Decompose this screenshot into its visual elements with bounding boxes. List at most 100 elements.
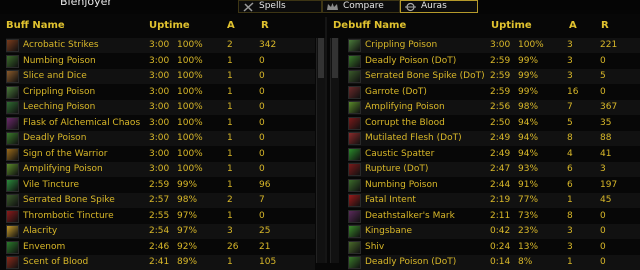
- table-row[interactable]: Flask of Alchemical Chaos 3:00 100% 1 0: [6, 116, 315, 131]
- uptime-percent: 100%: [518, 40, 544, 50]
- aura-name: Amplifying Poison: [365, 102, 445, 112]
- applications-count: 6: [567, 164, 573, 174]
- refreshes-count: 5: [600, 71, 606, 81]
- refreshes-count: 0: [600, 241, 606, 252]
- debuff-uptime-header[interactable]: Uptime: [491, 17, 532, 35]
- table-row[interactable]: Alacrity 2:54 97% 3 25: [6, 224, 315, 239]
- buff-name-header[interactable]: Buff Name: [6, 17, 65, 35]
- aura-name: Flask of Alchemical Chaos: [23, 117, 141, 128]
- buff-r-header[interactable]: R: [261, 17, 269, 35]
- refreshes-count: 197: [600, 179, 618, 190]
- buff-a-header[interactable]: A: [227, 17, 235, 35]
- refreshes-count: 0: [600, 226, 606, 236]
- aura-icon: [6, 70, 19, 83]
- aura-icon: [348, 163, 361, 176]
- table-row[interactable]: Envenom 2:46 92% 26 21: [6, 240, 315, 255]
- aura-name: Acrobatic Strikes: [23, 40, 99, 50]
- table-row[interactable]: Crippling Poison 3:00 100% 3 221: [348, 38, 640, 53]
- aura-icon: [348, 70, 361, 83]
- tab-auras[interactable]: Auras: [400, 0, 478, 13]
- refreshes-count: 3: [600, 164, 606, 174]
- uptime-time: 3:00: [149, 71, 170, 81]
- applications-count: 1: [567, 195, 573, 205]
- uptime-time: 2:59: [149, 179, 170, 190]
- uptime-time: 3:00: [149, 117, 170, 128]
- buff-uptime-header[interactable]: Uptime: [149, 17, 190, 35]
- debuff-a-header[interactable]: A: [569, 17, 577, 35]
- aura-icon: [348, 101, 361, 114]
- aura-name: Deadly Poison (DoT): [365, 55, 457, 66]
- uptime-time: 3:00: [149, 102, 170, 112]
- uptime-percent: 94%: [518, 148, 539, 159]
- table-row[interactable]: Mutilated Flesh (DoT) 2:49 94% 8 88: [348, 131, 640, 146]
- uptime-time: 3:00: [149, 148, 170, 159]
- applications-count: 1: [227, 179, 233, 190]
- aura-name: Numbing Poison: [23, 55, 96, 66]
- aura-name: Thrombotic Tincture: [23, 210, 114, 221]
- table-row[interactable]: Leeching Poison 3:00 100% 1 0: [6, 100, 315, 115]
- applications-count: 3: [567, 40, 573, 50]
- refreshes-count: 0: [259, 55, 265, 66]
- applications-count: 5: [567, 117, 573, 128]
- uptime-percent: 97%: [177, 210, 198, 221]
- table-row[interactable]: Numbing Poison 2:44 91% 6 197: [348, 178, 640, 193]
- table-row[interactable]: Numbing Poison 3:00 100% 1 0: [6, 54, 315, 69]
- uptime-percent: 99%: [518, 86, 539, 97]
- tab-compare[interactable]: Compare: [322, 0, 400, 13]
- spells-icon: [243, 2, 254, 12]
- uptime-percent: 100%: [177, 102, 203, 112]
- table-row[interactable]: Deathstalker's Mark 2:11 73% 8 0: [348, 209, 640, 224]
- table-row[interactable]: Deadly Poison (DoT) 2:59 99% 3 0: [348, 54, 640, 69]
- table-row[interactable]: Acrobatic Strikes 3:00 100% 2 342: [6, 38, 315, 53]
- table-row[interactable]: Rupture (DoT) 2:47 93% 6 3: [348, 162, 640, 177]
- debuff-scrollbar[interactable]: [330, 38, 339, 263]
- applications-count: 26: [227, 241, 239, 252]
- table-row[interactable]: Serrated Bone Spike 2:57 98% 2 7: [6, 193, 315, 208]
- aura-name: Crippling Poison: [23, 86, 96, 97]
- aura-name: Mutilated Flesh (DoT): [365, 133, 462, 143]
- applications-count: 8: [567, 133, 573, 143]
- table-row[interactable]: Deadly Poison 3:00 100% 1 0: [6, 131, 315, 146]
- applications-count: 7: [567, 102, 573, 112]
- debuff-scrollbar-thumb[interactable]: [332, 38, 338, 78]
- refreshes-count: 221: [600, 40, 618, 50]
- uptime-percent: 92%: [177, 241, 198, 252]
- debuff-name-header[interactable]: Debuff Name: [333, 17, 406, 35]
- buff-scrollbar[interactable]: [316, 38, 325, 263]
- table-row[interactable]: Caustic Spatter 2:49 94% 4 41: [348, 147, 640, 162]
- uptime-time: 3:00: [149, 55, 170, 66]
- table-row[interactable]: Sign of the Warrior 3:00 100% 1 0: [6, 147, 315, 162]
- table-row[interactable]: Slice and Dice 3:00 100% 1 0: [6, 69, 315, 84]
- refreshes-count: 0: [259, 102, 265, 112]
- table-row[interactable]: Serrated Bone Spike (DoT) 2:59 99% 3 5: [348, 69, 640, 84]
- table-row[interactable]: Amplifying Poison 2:56 98% 7 367: [348, 100, 640, 115]
- table-row[interactable]: Crippling Poison 3:00 100% 1 0: [6, 85, 315, 100]
- applications-count: 1: [227, 55, 233, 66]
- refreshes-count: 0: [259, 210, 265, 221]
- table-row[interactable]: Kingsbane 0:42 23% 3 0: [348, 224, 640, 239]
- aura-icon: [6, 132, 19, 145]
- table-row[interactable]: Vile Tincture 2:59 99% 1 96: [6, 178, 315, 193]
- aura-icon: [348, 147, 361, 161]
- refreshes-count: 0: [259, 164, 265, 174]
- uptime-percent: 100%: [177, 148, 203, 159]
- table-row[interactable]: Amplifying Poison 3:00 100% 1 0: [6, 162, 315, 177]
- uptime-time: 3:00: [149, 86, 170, 97]
- uptime-percent: 94%: [518, 133, 539, 143]
- aura-icon: [6, 85, 19, 99]
- debuff-r-header[interactable]: R: [601, 17, 609, 35]
- aura-icon: [6, 194, 19, 207]
- table-row[interactable]: Corrupt the Blood 2:50 94% 5 35: [348, 116, 640, 131]
- table-row[interactable]: Thrombotic Tincture 2:55 97% 1 0: [6, 209, 315, 224]
- uptime-percent: 94%: [518, 117, 539, 128]
- applications-count: 3: [567, 71, 573, 81]
- tab-spells[interactable]: Spells: [238, 0, 322, 13]
- uptime-percent: 93%: [518, 164, 539, 174]
- buff-scrollbar-thumb[interactable]: [318, 38, 324, 78]
- buff-table-header: Buff Name Uptime A R: [0, 17, 325, 35]
- table-row[interactable]: Shiv 0:24 13% 3 0: [348, 240, 640, 255]
- aura-icon: [348, 209, 361, 223]
- table-row[interactable]: Garrote (DoT) 2:59 99% 16 0: [348, 85, 640, 100]
- aura-name: Rupture (DoT): [365, 164, 429, 174]
- table-row[interactable]: Fatal Intent 2:19 77% 1 45: [348, 193, 640, 208]
